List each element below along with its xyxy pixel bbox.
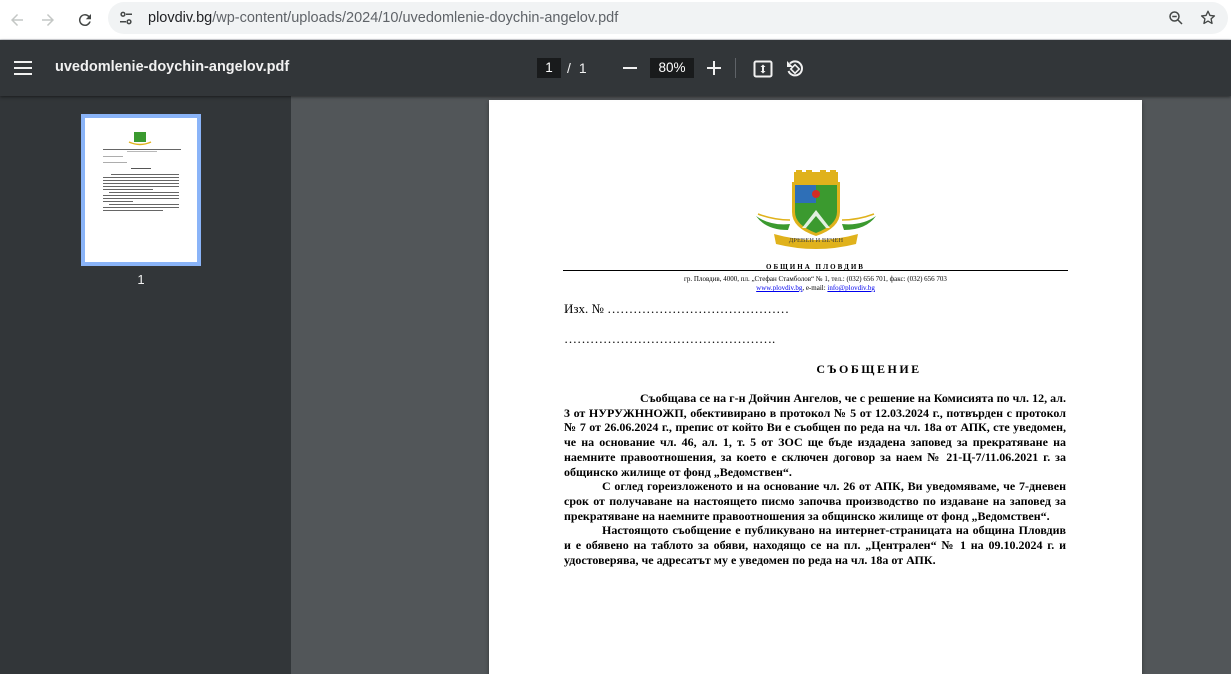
website-link[interactable]: www.plovdiv.bg (756, 284, 802, 292)
url-path: /wp-content/uploads/2024/10/uvedomlenie-… (212, 10, 619, 26)
back-button[interactable] (0, 3, 34, 37)
arrow-right-icon (42, 14, 54, 26)
plovdiv-crest-logo: ДРЕВЕН И ВЕЧЕН (756, 170, 876, 249)
reference-number-line: Изх. № …………………………………… (564, 301, 790, 316)
paragraph-3: Настоящото съобщение е публикувано на ин… (564, 523, 1066, 567)
page-selector: 1 / 1 (537, 58, 587, 78)
paragraph-2: С оглед гореизложеното и на основание чл… (564, 479, 1066, 523)
zoom-page-button[interactable] (1162, 4, 1190, 32)
pdf-toolbar: uvedomlenie-doychin-angelov.pdf 1 / 1 80… (0, 40, 1231, 96)
star-icon (1200, 10, 1216, 25)
toolbar-divider (735, 58, 736, 78)
thumbnail-page-number: 1 (137, 272, 145, 287)
rotate-counterclockwise-icon (787, 60, 803, 77)
email-link[interactable]: info@plovdiv.bg (827, 284, 874, 292)
notice-body: Съобщава се на г-н Дойчин Ангелов, че с … (564, 391, 1066, 567)
reload-button[interactable] (68, 3, 102, 37)
email-label: , e-mail: (802, 284, 828, 292)
date-placeholder-line: …………………………………………. (564, 331, 776, 346)
zoom-in-button[interactable] (702, 56, 726, 80)
forward-button[interactable] (31, 3, 65, 37)
reload-icon (78, 14, 91, 27)
page-total: 1 (578, 60, 587, 76)
menu-button[interactable] (8, 54, 38, 82)
thumbnail-sidebar: 1 (0, 96, 291, 674)
site-info-button[interactable] (112, 4, 140, 32)
fit-to-page-button[interactable] (750, 56, 776, 82)
zoom-level-input[interactable]: 80% (650, 58, 694, 78)
minus-icon (623, 67, 637, 69)
zoom-out-button[interactable] (618, 56, 642, 80)
url-host: plovdiv.bg (148, 10, 213, 26)
zoom-out-icon (1169, 11, 1183, 25)
browser-bar: plovdiv.bg/wp-content/uploads/2024/10/uv… (0, 0, 1231, 40)
plus-icon (707, 61, 721, 75)
thumbnail-preview (89, 122, 193, 258)
document-viewer[interactable]: ДРЕВЕН И ВЕЧЕН ОБЩИНА ПЛОВДИВ гр. Пловди… (291, 96, 1231, 674)
organization-address: гр. Пловдив, 4000, пл. „Стефан Стамболов… (684, 275, 947, 283)
header-rule (563, 270, 1068, 271)
bookmark-button[interactable] (1194, 4, 1222, 32)
arrow-left-icon (11, 14, 23, 26)
page-thumbnail[interactable] (81, 114, 201, 266)
fit-page-icon (753, 60, 773, 78)
address-bar[interactable]: plovdiv.bg/wp-content/uploads/2024/10/uv… (108, 2, 1228, 34)
notice-heading: СЪОБЩЕНИЕ (816, 362, 922, 376)
hamburger-icon (14, 61, 32, 75)
contact-links: www.plovdiv.bg, e-mail: info@plovdiv.bg (489, 284, 1142, 292)
tune-icon (120, 11, 132, 25)
page-separator: / (567, 60, 571, 76)
document-title: uvedomlenie-doychin-angelov.pdf (55, 59, 290, 75)
paragraph-1: Съобщава се на г-н Дойчин Ангелов, че с … (564, 391, 1066, 479)
crest-motto: ДРЕВЕН И ВЕЧЕН (789, 237, 843, 244)
page-number-input[interactable]: 1 (537, 58, 561, 78)
pdf-page: ДРЕВЕН И ВЕЧЕН ОБЩИНА ПЛОВДИВ гр. Пловди… (489, 100, 1142, 674)
url-text[interactable]: plovdiv.bg/wp-content/uploads/2024/10/uv… (148, 10, 618, 26)
rotate-button[interactable] (782, 56, 808, 82)
